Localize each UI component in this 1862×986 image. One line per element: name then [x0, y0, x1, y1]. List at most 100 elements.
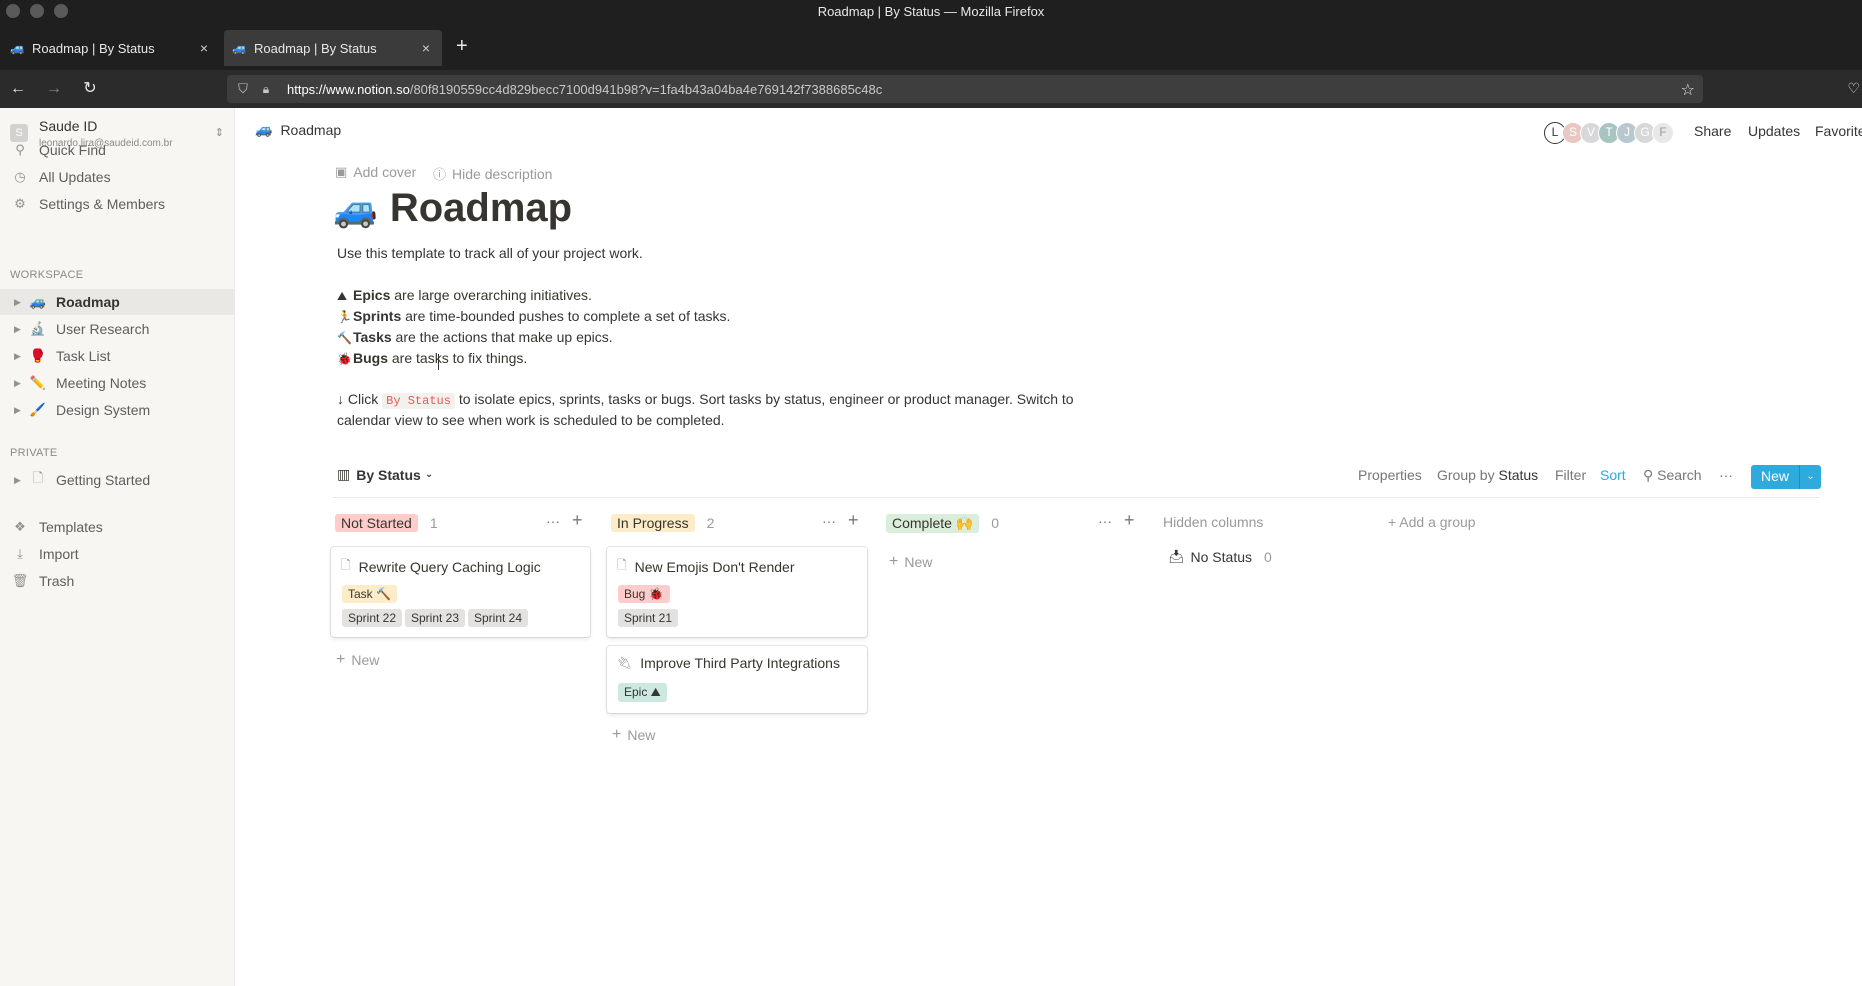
sidebar-item-label: User Research	[56, 321, 150, 337]
more-options-button[interactable]: ···	[1719, 467, 1733, 483]
hidden-column-no-status[interactable]: 📥︎ No Status 0	[1168, 549, 1272, 565]
status-badge: Not Started	[335, 514, 418, 532]
tab-bar: 🚙 Roadmap | By Status × 🚙 Roadmap | By S…	[0, 24, 1862, 70]
new-tab-button[interactable]: +	[456, 36, 468, 56]
board-card[interactable]: 🗋 Rewrite Query Caching Logic Task 🔨 Spr…	[331, 547, 590, 637]
hidden-columns-header: Hidden columns	[1163, 514, 1264, 530]
filter-button[interactable]: Filter	[1555, 467, 1586, 483]
bookmark-star-icon[interactable]: ☆	[1681, 80, 1695, 100]
updates-button[interactable]: Updates	[1748, 123, 1800, 139]
url-text[interactable]: https://www.notion.so/80f8190559cc4d829b…	[287, 82, 882, 97]
gear-icon: ⚙	[14, 196, 26, 211]
card-title: 🔌︎ Improve Third Party Integrations	[617, 655, 840, 671]
description-bullet[interactable]: ⛰ Epics are large overarching initiatives…	[337, 287, 592, 304]
new-button[interactable]: New	[1751, 465, 1800, 489]
triangle-right-icon[interactable]: ▶	[14, 475, 24, 486]
workspace-name: Saude ID	[39, 118, 98, 134]
column-add-icon[interactable]: +	[572, 510, 583, 531]
triangle-right-icon[interactable]: ▶	[14, 297, 24, 308]
sidebar-item-roadmap[interactable]: ▶ 🚙 Roadmap	[0, 289, 234, 315]
breadcrumb[interactable]: 🚙 Roadmap	[255, 121, 341, 138]
reload-icon[interactable]: ↻	[80, 79, 100, 99]
hide-description-button[interactable]: ⓘ Hide description	[433, 164, 552, 183]
close-icon[interactable]: ×	[418, 40, 434, 56]
sidebar-item-all-updates[interactable]: ◷ All Updates	[0, 164, 234, 190]
pocket-icon[interactable]: ♡	[1847, 80, 1860, 97]
column-add-icon[interactable]: +	[848, 510, 859, 531]
navigation-bar: ← → ↻ ⛉ 🔒︎ https://www.notion.so/80f8190…	[0, 70, 1862, 108]
avatar[interactable]: F	[1652, 122, 1674, 144]
sort-button[interactable]: Sort	[1600, 467, 1626, 483]
browser-tab[interactable]: 🚙 Roadmap | By Status ×	[2, 30, 220, 66]
view-selector[interactable]: ▥ By Status ⌄	[337, 466, 433, 483]
add-cover-button[interactable]: ▣ Add cover	[335, 164, 416, 180]
add-card-button[interactable]: + New	[889, 553, 932, 571]
forward-icon[interactable]: →	[44, 79, 64, 99]
sidebar-item-task-list[interactable]: ▶ 🥊 Task List	[0, 343, 234, 369]
column-count: 2	[706, 515, 715, 531]
car-icon[interactable]: 🚙	[333, 188, 378, 230]
description-bullet[interactable]: 🔨Tasks are the actions that make up epic…	[337, 329, 613, 345]
sidebar: S Saude ID leonardo.lira@saudeid.com.br …	[0, 108, 235, 986]
column-more-icon[interactable]: ···	[1098, 513, 1112, 529]
page-icon: 🗋	[617, 558, 627, 572]
triangle-right-icon[interactable]: ▶	[14, 324, 24, 335]
column-header-not-started[interactable]: Not Started 1	[335, 513, 438, 533]
lock-icon[interactable]: 🔒︎	[259, 82, 273, 97]
url-bar[interactable]: ⛉ 🔒︎ https://www.notion.so/80f8190559cc4…	[227, 75, 1703, 103]
chevron-down-icon[interactable]: ⌄	[1799, 465, 1822, 489]
column-add-icon[interactable]: +	[1124, 510, 1135, 531]
favorite-button[interactable]: Favorite	[1815, 123, 1862, 139]
add-card-button[interactable]: + New	[612, 726, 655, 744]
tab-label: Roadmap | By Status	[32, 40, 155, 56]
description-instructions-line2[interactable]: calendar view to see when work is schedu…	[337, 412, 725, 428]
sidebar-item-user-research[interactable]: ▶ 🔬 User Research	[0, 316, 234, 342]
column-header-in-progress[interactable]: In Progress 2	[611, 513, 714, 533]
column-more-icon[interactable]: ···	[546, 513, 560, 529]
page-title[interactable]: 🚙 Roadmap	[333, 186, 572, 231]
new-button-group[interactable]: New ⌄	[1751, 465, 1822, 489]
sidebar-item-design-system[interactable]: ▶ 🖌️ Design System	[0, 397, 234, 423]
triangle-right-icon[interactable]: ▶	[14, 351, 24, 362]
sidebar-item-trash[interactable]: 🗑︎ Trash	[0, 568, 234, 594]
column-more-icon[interactable]: ···	[822, 513, 836, 529]
clock-icon: ◷	[14, 169, 26, 184]
sidebar-item-label: All Updates	[39, 169, 111, 185]
sidebar-item-label: Import	[39, 546, 79, 562]
microscope-icon: 🔬	[29, 321, 47, 336]
share-button[interactable]: Share	[1694, 123, 1731, 139]
description-bullet[interactable]: 🏃Sprints are time-bounded pushes to comp…	[337, 308, 730, 324]
collaborator-avatars[interactable]: L S V T J G F	[1544, 120, 1680, 146]
add-group-button[interactable]: + Add a group	[1388, 514, 1476, 530]
sidebar-item-label: Design System	[56, 402, 151, 418]
car-icon: 🚙	[232, 41, 247, 55]
inbox-icon: 📥︎	[1168, 549, 1185, 564]
sidebar-item-templates[interactable]: ❖ Templates	[0, 514, 234, 540]
search-button[interactable]: ⚲ Search	[1643, 467, 1702, 484]
sidebar-item-label: Quick Find	[39, 142, 106, 158]
page-title-text[interactable]: Roadmap	[390, 186, 572, 231]
sidebar-item-meeting-notes[interactable]: ▶ ✏️ Meeting Notes	[0, 370, 234, 396]
sidebar-item-label: Settings & Members	[39, 196, 166, 212]
shield-icon[interactable]: ⛉	[235, 81, 251, 97]
sidebar-item-import[interactable]: ⤓ Import	[0, 541, 234, 567]
sidebar-item-getting-started[interactable]: ▶ 🗋 Getting Started	[0, 467, 234, 493]
column-header-complete[interactable]: Complete 🙌 0	[886, 513, 999, 533]
sidebar-item-settings[interactable]: ⚙ Settings & Members	[0, 191, 234, 217]
close-icon[interactable]: ×	[196, 40, 212, 56]
sidebar-item-label: Roadmap	[56, 294, 120, 310]
triangle-right-icon[interactable]: ▶	[14, 405, 24, 416]
add-card-button[interactable]: + New	[336, 651, 379, 669]
description-bullet[interactable]: 🐞Bugs are tasks to fix things.	[337, 350, 527, 366]
board-card[interactable]: 🔌︎ Improve Third Party Integrations Epic…	[607, 646, 867, 713]
properties-button[interactable]: Properties	[1358, 467, 1422, 483]
back-icon[interactable]: ←	[8, 79, 28, 99]
plus-icon: +	[889, 553, 899, 570]
triangle-right-icon[interactable]: ▶	[14, 378, 24, 389]
browser-tab-active[interactable]: 🚙 Roadmap | By Status ×	[224, 30, 442, 66]
board-card[interactable]: 🗋 New Emojis Don't Render Bug 🐞 Sprint 2…	[607, 547, 867, 637]
group-by-button[interactable]: Group by Status	[1437, 467, 1538, 483]
sidebar-item-quick-find[interactable]: ⚲ Quick Find	[0, 137, 234, 163]
description-intro[interactable]: Use this template to track all of your p…	[337, 245, 643, 261]
description-instructions[interactable]: ↓ Click By Status to isolate epics, spri…	[337, 391, 1074, 409]
